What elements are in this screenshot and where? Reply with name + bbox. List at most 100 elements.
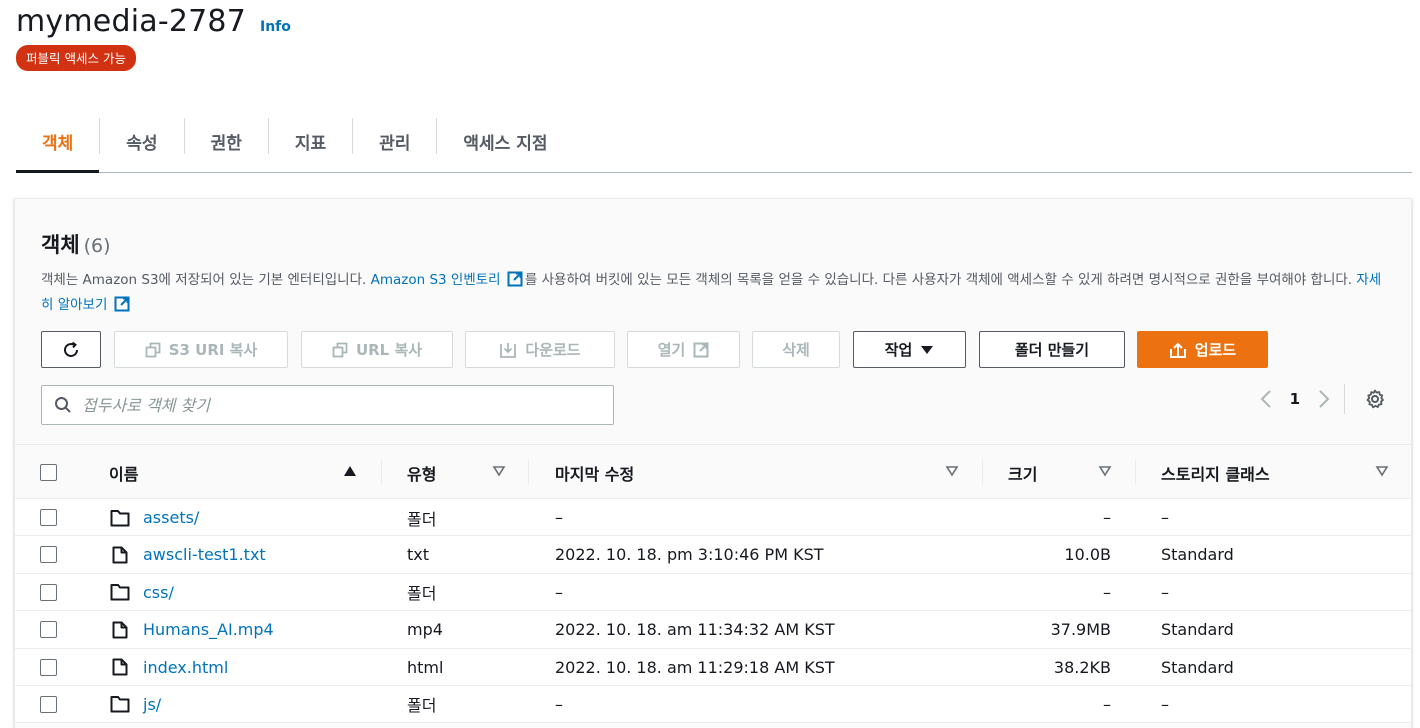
table-row[interactable]: awscli-test1.txt txt 2022. 10. 18. pm 3:10…	[15, 536, 1411, 574]
object-count: (6)	[83, 235, 111, 257]
table-row[interactable]: Humans_AI.mp4 mp4 2022. 10. 18. am 11:34:3…	[15, 611, 1411, 649]
upload-label: 업로드	[1194, 341, 1237, 359]
row-select-cell	[40, 574, 57, 611]
inventory-link[interactable]: Amazon S3 인벤토리	[370, 271, 525, 288]
sort-ascending-icon[interactable]	[343, 465, 357, 477]
row-checkbox[interactable]	[40, 546, 57, 564]
select-all-cell	[40, 445, 57, 500]
copy-url-button[interactable]: URL 복사	[301, 331, 453, 368]
copy-s3-uri-button[interactable]: S3 URI 복사	[114, 331, 288, 368]
tab-access-points[interactable]: 액세스 지점	[437, 110, 573, 172]
file-icon	[109, 621, 131, 639]
object-name-link[interactable]: css/	[143, 583, 174, 602]
row-select-cell	[40, 611, 57, 648]
object-name-link[interactable]: assets/	[143, 508, 199, 527]
actions-label: 작업	[884, 341, 913, 359]
objects-table: 이름 유형 마지막 수정 크기 스토리지 클래스 assets/폴더 – – – aws…	[15, 444, 1411, 724]
column-header-type[interactable]: 유형	[407, 445, 436, 500]
table-row[interactable]: js/폴더 – – –	[15, 685, 1411, 724]
size-cell: –	[1103, 582, 1111, 602]
sort-icon[interactable]	[1098, 465, 1112, 477]
page-header: mymedia-2787 Info 퍼블릭 액세스 가능	[16, 4, 291, 71]
storage-class-cell: Standard	[1161, 545, 1234, 565]
storage-class-cell: Standard	[1161, 657, 1234, 677]
search-input[interactable]	[82, 395, 582, 415]
size-cell: 37.9MB	[1050, 620, 1111, 640]
panel-description: 객체는 Amazon S3에 저장되어 있는 기본 엔터티입니다. Amazon…	[41, 268, 1391, 318]
upload-button[interactable]: 업로드	[1137, 331, 1268, 368]
inventory-link-label: Amazon S3 인벤토리	[370, 272, 501, 288]
panel-title: 객체 (6)	[41, 229, 111, 259]
object-name-link[interactable]: index.html	[143, 658, 228, 677]
copy-url-label: URL 복사	[355, 341, 423, 359]
sort-icon[interactable]	[492, 465, 506, 477]
search-box	[41, 385, 614, 425]
table-header: 이름 유형 마지막 수정 크기 스토리지 클래스	[15, 444, 1411, 499]
select-all-checkbox[interactable]	[40, 464, 57, 481]
column-header-size[interactable]: 크기	[1008, 445, 1037, 500]
row-checkbox[interactable]	[40, 583, 57, 601]
chevron-right-icon[interactable]	[1318, 389, 1330, 409]
row-checkbox[interactable]	[40, 658, 57, 676]
storage-class-cell: –	[1161, 694, 1169, 714]
modified-cell: 2022. 10. 18. am 11:29:18 AM KST	[555, 657, 835, 677]
row-select-cell	[40, 686, 57, 723]
sort-icon[interactable]	[945, 465, 959, 477]
bucket-title: mymedia-2787	[16, 4, 246, 39]
storage-class-cell: –	[1161, 508, 1169, 527]
row-checkbox[interactable]	[40, 695, 57, 713]
object-name-link[interactable]: Humans_AI.mp4	[143, 620, 274, 639]
folder-icon	[109, 509, 131, 527]
column-header-modified[interactable]: 마지막 수정	[555, 445, 634, 500]
open-button[interactable]: 열기	[627, 331, 740, 368]
description-text: 객체는 Amazon S3에 저장되어 있는 기본 엔터티입니다.	[41, 272, 367, 288]
gear-icon[interactable]	[1365, 389, 1385, 409]
info-link[interactable]: Info	[260, 19, 291, 35]
table-body: assets/폴더 – – – awscli-test1.txt txt 2022. 10.…	[15, 499, 1411, 724]
size-cell: –	[1103, 694, 1111, 714]
tab-management[interactable]: 관리	[353, 110, 436, 172]
chevron-left-icon[interactable]	[1260, 389, 1272, 409]
tab-objects[interactable]: 객체	[16, 110, 100, 173]
description-text-2: 를 사용하여 버킷에 있는 모든 객체의 목록을 얻을 수 있습니다. 다른 사…	[524, 272, 1353, 288]
table-row[interactable]: assets/폴더 – – –	[15, 499, 1411, 537]
caret-down-icon	[921, 345, 934, 354]
download-button[interactable]: 다운로드	[465, 331, 615, 368]
name-cell: js/	[109, 686, 161, 723]
external-link-icon	[693, 342, 709, 357]
tab-metrics[interactable]: 지표	[269, 110, 352, 172]
row-select-cell	[40, 649, 57, 686]
name-cell: css/	[109, 574, 174, 611]
actions-dropdown[interactable]: 작업	[853, 331, 966, 368]
open-label: 열기	[657, 341, 686, 359]
tab-permissions[interactable]: 권한	[185, 110, 268, 172]
pager-divider	[1344, 384, 1345, 414]
delete-button[interactable]: 삭제	[752, 331, 840, 368]
object-name-link[interactable]: awscli-test1.txt	[143, 545, 266, 564]
column-divider	[528, 459, 529, 485]
page-number[interactable]: 1	[1290, 390, 1300, 408]
row-checkbox[interactable]	[40, 621, 57, 639]
type-cell: html	[407, 657, 444, 677]
modified-cell: –	[555, 508, 563, 527]
refresh-button[interactable]	[41, 331, 101, 368]
name-cell: index.html	[109, 649, 228, 686]
tab-properties[interactable]: 속성	[100, 110, 183, 172]
table-row[interactable]: index.html html 2022. 10. 18. am 11:29:18 …	[15, 648, 1411, 686]
object-name-link[interactable]: js/	[143, 695, 161, 714]
type-cell: 폴더	[407, 584, 437, 604]
modified-cell: –	[555, 694, 563, 714]
copy-icon	[332, 342, 348, 357]
column-header-name[interactable]: 이름	[109, 445, 138, 500]
type-cell: 폴더	[407, 509, 437, 529]
sort-icon[interactable]	[1375, 465, 1389, 477]
folder-icon	[109, 695, 131, 713]
create-folder-label: 폴더 만들기	[1014, 341, 1090, 359]
column-header-storage-class[interactable]: 스토리지 클래스	[1161, 445, 1270, 500]
modified-cell: 2022. 10. 18. am 11:34:32 AM KST	[555, 620, 835, 640]
refresh-icon	[64, 341, 78, 357]
row-checkbox[interactable]	[40, 509, 57, 526]
table-row[interactable]: css/폴더 – – –	[15, 573, 1411, 612]
create-folder-button[interactable]: 폴더 만들기	[979, 331, 1125, 368]
folder-icon	[109, 583, 131, 601]
